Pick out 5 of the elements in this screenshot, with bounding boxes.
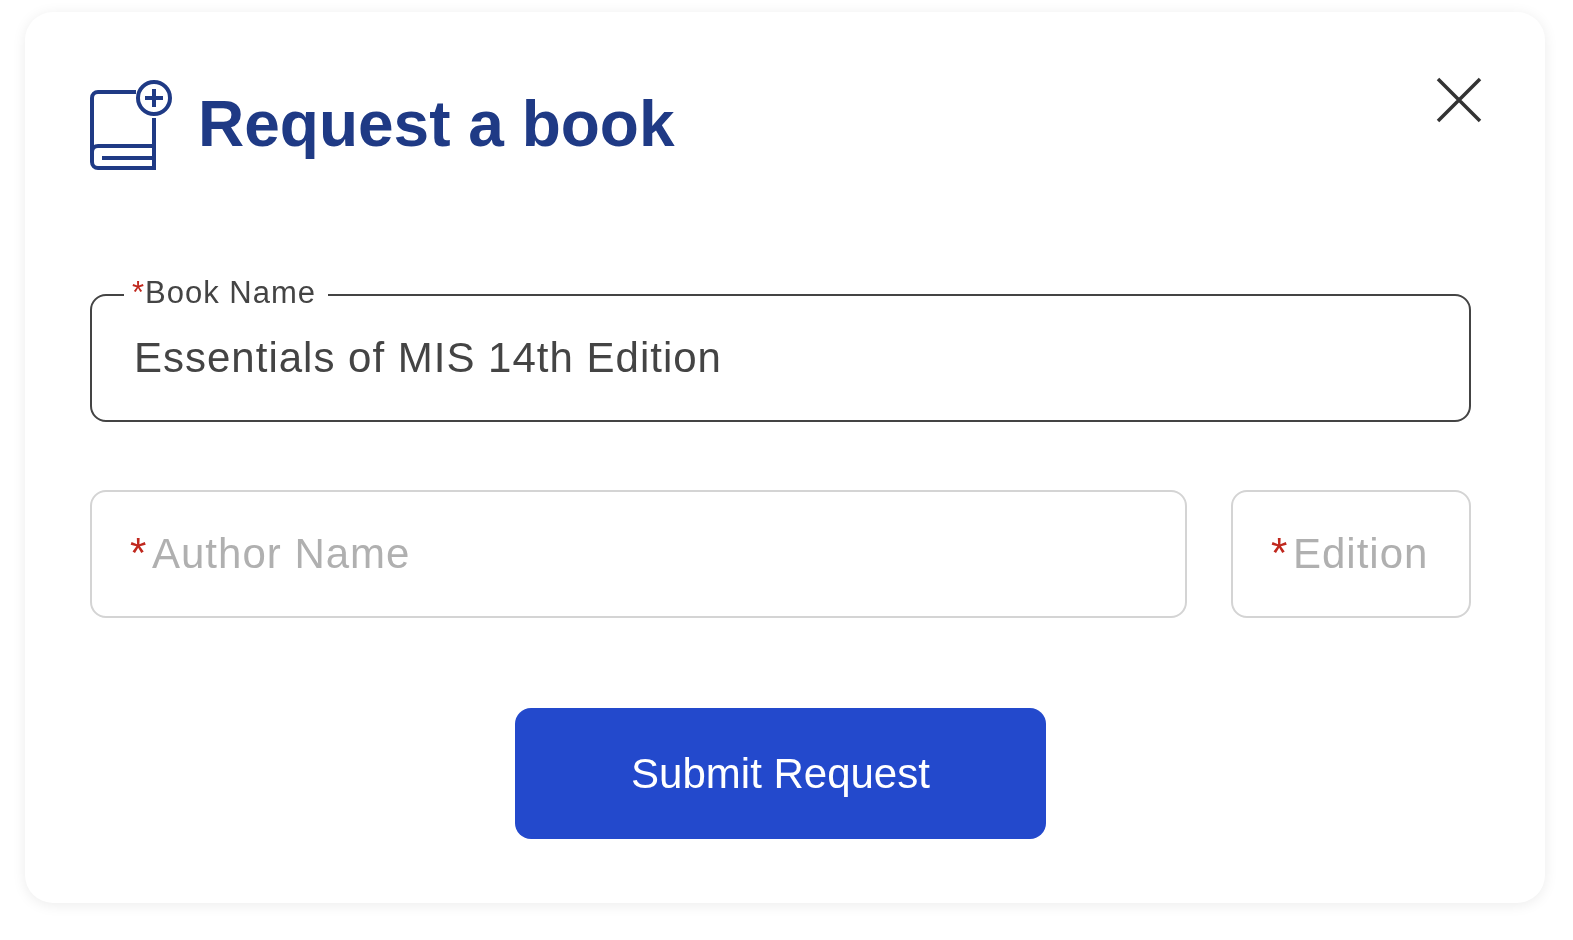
book-add-icon <box>90 78 174 170</box>
required-mark: * <box>1271 528 1288 578</box>
submit-button[interactable]: Submit Request <box>515 708 1046 839</box>
close-icon[interactable] <box>1435 76 1483 124</box>
required-mark: * <box>130 528 147 578</box>
